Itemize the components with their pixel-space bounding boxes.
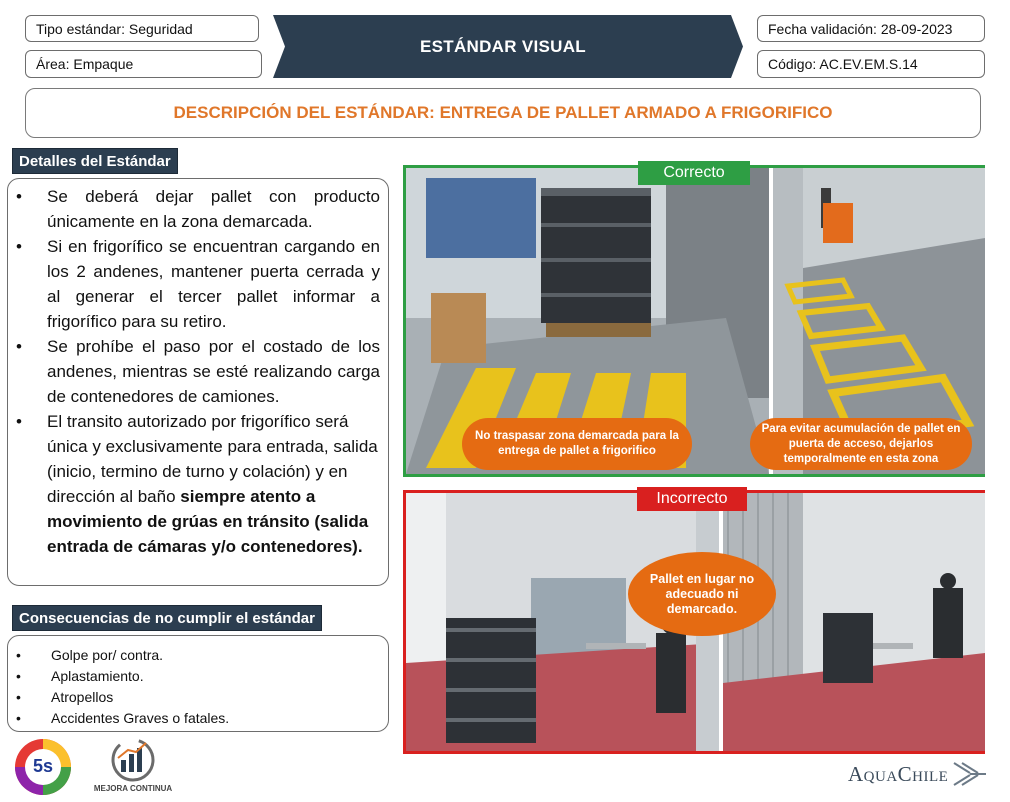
incorrect-photo-right <box>723 493 985 751</box>
codigo: Código: AC.EV.EM.S.14 <box>768 56 918 72</box>
tipo-estandar-box: Tipo estándar: Seguridad <box>25 15 259 42</box>
list-item: • Golpe por/ contra. <box>16 647 164 663</box>
fish-icon <box>953 762 987 786</box>
details-list: • Se deberá dejar pallet con producto úni… <box>16 184 380 559</box>
list-item: • Atropellos <box>16 689 114 705</box>
mejora-continua-text: MEJORA CONTINUA <box>93 784 173 793</box>
correct-label: Correcto <box>638 161 750 185</box>
list-item: • Se deberá dejar pallet con producto úni… <box>16 187 380 231</box>
five-s-logo: 5s <box>10 737 76 797</box>
consequences-heading: Consecuencias de no cumplir el estándar <box>12 605 322 631</box>
incorrect-label: Incorrecto <box>637 487 747 511</box>
aquachile-text: AquaChile <box>848 761 949 786</box>
correct-callout-left: No traspasar zona demarcada para la entr… <box>462 418 692 470</box>
correct-callout-right: Para evitar acumulación de pallet en pue… <box>750 418 972 470</box>
incorrect-callout: Pallet en lugar no adecuado ni demarcado… <box>628 552 776 636</box>
page-title: DESCRIPCIÓN DEL ESTÁNDAR: ENTREGA DE PAL… <box>25 88 981 138</box>
area: Área: Empaque <box>36 56 134 72</box>
page-title-text: DESCRIPCIÓN DEL ESTÁNDAR: ENTREGA DE PAL… <box>173 103 833 122</box>
list-item: • Aplastamiento. <box>16 668 144 684</box>
list-item: • Accidentes Graves o fatales. <box>16 710 230 726</box>
list-item: • El transito autorizado por frigorífico … <box>16 412 378 556</box>
tipo-estandar: Tipo estándar: Seguridad <box>36 20 193 37</box>
details-heading: Detalles del Estándar <box>12 148 178 174</box>
mejora-continua-logo: MEJORA CONTINUA <box>88 738 178 798</box>
list-item: • Se prohíbe el paso por el costado de lo… <box>16 337 380 406</box>
improvement-icon <box>111 738 155 782</box>
consequences-list: • Golpe por/ contra. • Aplastamiento. • Atr… <box>16 645 376 729</box>
fecha-validacion: Fecha validación: 28-09-2023 <box>768 20 953 37</box>
list-item: • Si en frigorífico se encuentran cargand… <box>16 237 380 331</box>
codigo-box: Código: AC.EV.EM.S.14 <box>757 50 985 78</box>
fecha-box: Fecha validación: 28-09-2023 <box>757 15 985 42</box>
five-s-text: 5s <box>32 756 54 776</box>
banner-title: ESTÁNDAR VISUAL <box>419 36 586 56</box>
aquachile-logo: AquaChile <box>848 757 1008 791</box>
area-box: Área: Empaque <box>25 50 262 78</box>
